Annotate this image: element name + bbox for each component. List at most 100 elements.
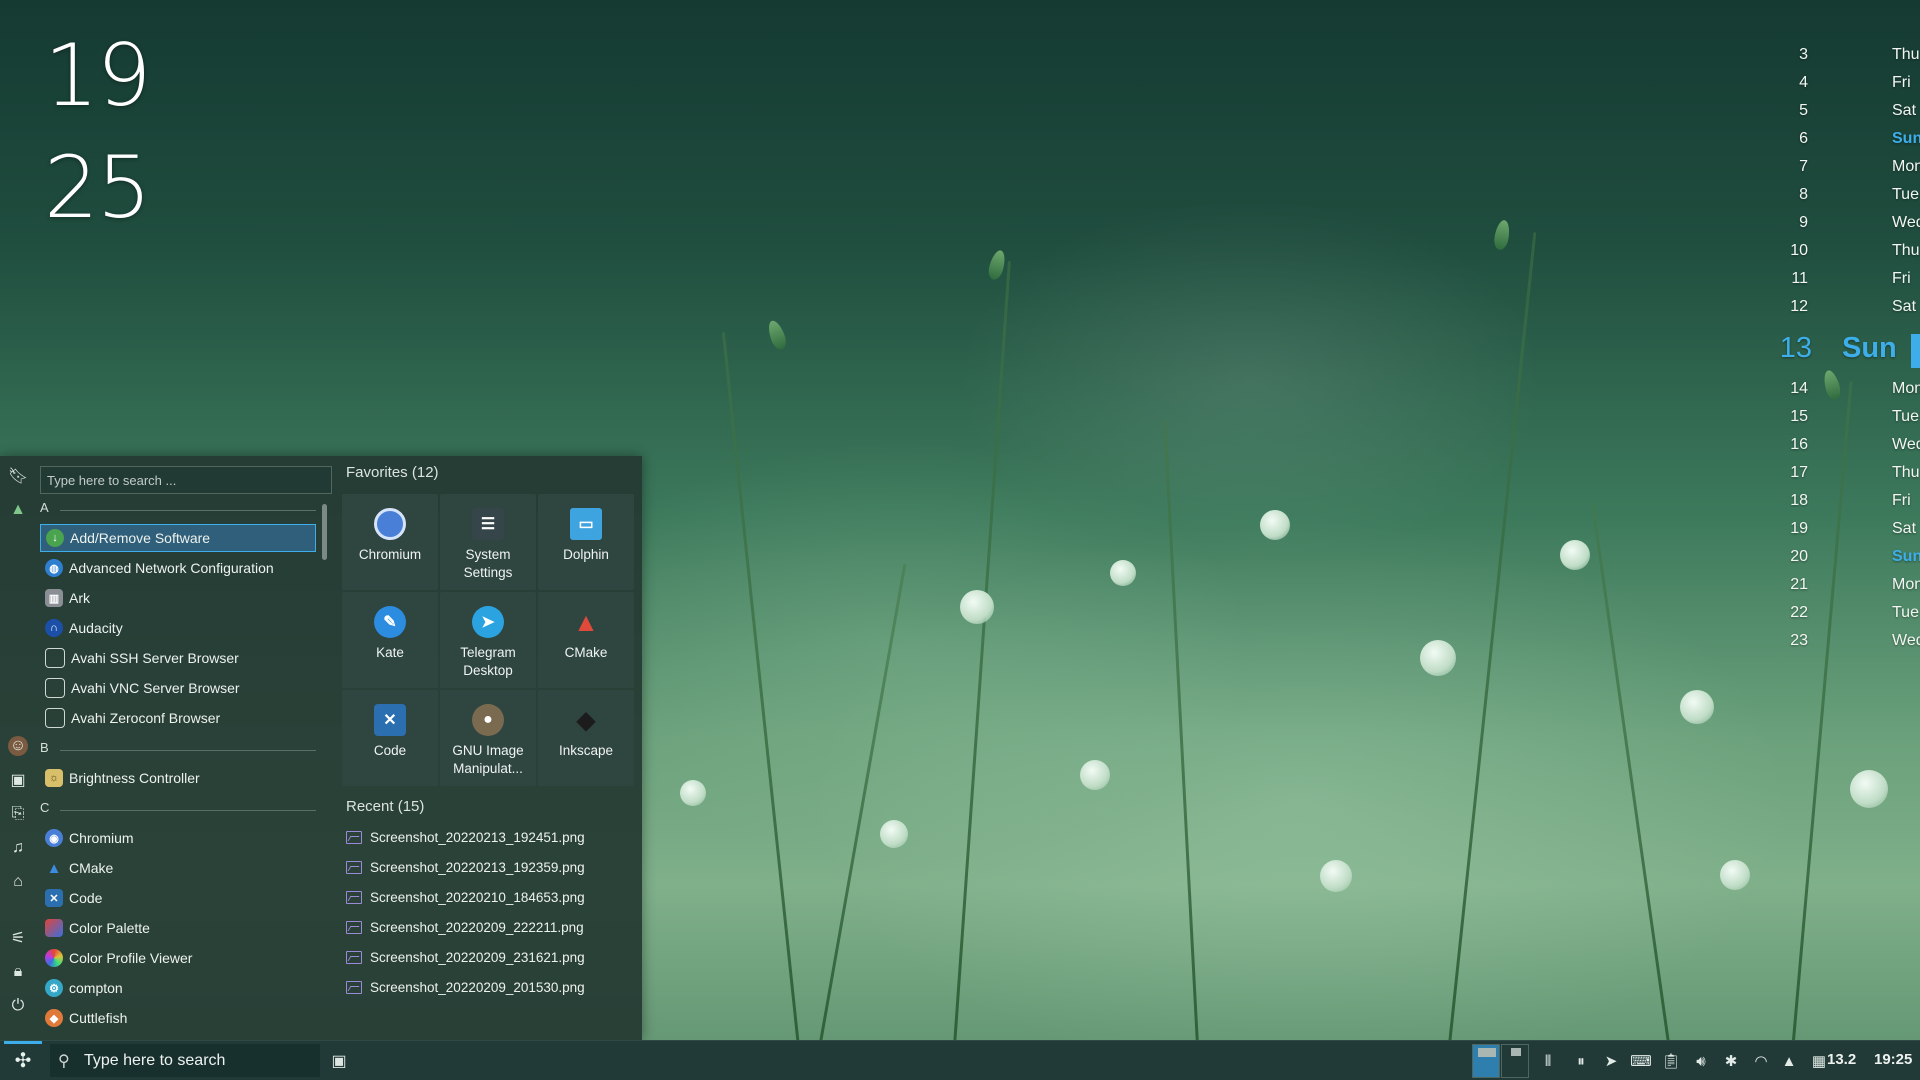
- favorite-system-settings[interactable]: ☰ System Settings: [440, 494, 536, 590]
- calendar-weekday: Wed: [1892, 436, 1920, 453]
- favorite-code[interactable]: ✕ Code: [342, 690, 438, 786]
- app-item-code[interactable]: ✕ Code: [40, 884, 316, 912]
- app-item-brightness-controller[interactable]: ☼ Brightness Controller: [40, 764, 316, 792]
- section-letter: C: [40, 800, 50, 815]
- music-icon[interactable]: ♫: [8, 838, 28, 858]
- desktop-2[interactable]: [1501, 1044, 1529, 1078]
- gimp-icon: ●: [472, 704, 504, 736]
- recent-file-name: Screenshot_20220213_192451.png: [370, 829, 585, 845]
- desktop-1[interactable]: [1472, 1044, 1500, 1078]
- recent-file-item[interactable]: Screenshot_20220213_192451.png: [346, 826, 626, 848]
- calendar-weekday: Mon: [1892, 380, 1920, 397]
- application-launcher-button[interactable]: ✣: [0, 1041, 46, 1080]
- app-item-color-profile-viewer[interactable]: Color Profile Viewer: [40, 944, 316, 972]
- bookmark-icon[interactable]: 🔖︎: [8, 466, 28, 486]
- clock-hours: 19: [44, 26, 151, 126]
- recent-file-item[interactable]: Screenshot_20220210_184653.png: [346, 886, 626, 908]
- app-label: Advanced Network Configuration: [69, 560, 274, 576]
- favorite-gimp[interactable]: ● GNU Image Manipulat...: [440, 690, 536, 786]
- app-label: Avahi Zeroconf Browser: [71, 710, 221, 726]
- app-item-compton[interactable]: ⚙ compton: [40, 974, 316, 1002]
- home-icon[interactable]: ⌂: [8, 872, 28, 892]
- launcher-search-input[interactable]: Type here to search ...: [40, 466, 332, 494]
- image-icon[interactable]: ▣: [8, 770, 28, 790]
- calendar-day-number: 9: [1799, 214, 1808, 231]
- app-label: CMake: [69, 860, 114, 876]
- window-thumbnail: [1511, 1048, 1521, 1056]
- settings-sliders-icon[interactable]: ⚟: [8, 928, 28, 948]
- app-item-cuttlefish[interactable]: ◆ Cuttlefish: [40, 1004, 316, 1032]
- app-item-ark[interactable]: ▥ Ark: [40, 584, 316, 612]
- calendar-day-row: 12 Sat: [1740, 298, 1920, 322]
- app-item-avahi-zeroconf[interactable]: Avahi Zeroconf Browser: [40, 704, 316, 732]
- app-item-avahi-ssh[interactable]: Avahi SSH Server Browser: [40, 644, 316, 672]
- grass-icon[interactable]: ▲: [8, 500, 28, 520]
- bluetooth-icon[interactable]: ✱: [1721, 1051, 1741, 1071]
- app-label: Avahi SSH Server Browser: [71, 650, 239, 666]
- image-file-icon: [346, 890, 362, 904]
- app-item-color-palette[interactable]: Color Palette: [40, 914, 316, 942]
- calendar-day-number: 15: [1790, 408, 1808, 425]
- app-item-cmake[interactable]: ▲ CMake: [40, 854, 316, 882]
- taskbar-search-label: Type here to search: [84, 1051, 226, 1069]
- app-item-add-remove-software[interactable]: ↓ Add/Remove Software: [40, 524, 316, 552]
- application-list: A ↓ Add/Remove Software ◍ Advanced Network…: [40, 500, 330, 1040]
- calendar-weekday: Sun: [1892, 130, 1920, 147]
- digital-clock[interactable]: 19:25: [1874, 1051, 1912, 1068]
- calendar-day-number: 3: [1799, 46, 1808, 63]
- calendar-day-row: 14 Mon: [1740, 380, 1920, 404]
- favorite-inkscape[interactable]: ◆ Inkscape: [538, 690, 634, 786]
- calendar-day-number: 11: [1791, 270, 1808, 287]
- pause-circle-icon[interactable]: ⏸: [1571, 1051, 1591, 1071]
- power-icon[interactable]: ⏻: [8, 996, 28, 1016]
- app-item-chromium[interactable]: ◉ Chromium: [40, 824, 316, 852]
- arrow-up-icon[interactable]: ▲: [1779, 1051, 1799, 1071]
- terminal-icon[interactable]: ⌨: [1630, 1051, 1652, 1071]
- section-letter: A: [40, 500, 49, 515]
- calendar-weekday: Thu: [1892, 46, 1920, 63]
- favorite-cmake[interactable]: ▲ CMake: [538, 592, 634, 688]
- favorite-kate[interactable]: ✎ Kate: [342, 592, 438, 688]
- document-icon[interactable]: ⎘: [8, 804, 28, 824]
- calendar-day-row: 3 Thu: [1740, 46, 1920, 70]
- monitor-icon: [45, 648, 65, 668]
- telegram-icon: ➤: [472, 606, 504, 638]
- favorite-telegram[interactable]: ➤ Telegram Desktop: [440, 592, 536, 688]
- user-avatar-icon[interactable]: ☺: [8, 736, 28, 756]
- recent-file-item[interactable]: Screenshot_20220209_222211.png: [346, 916, 626, 938]
- recent-file-item[interactable]: Screenshot_20220213_192359.png: [346, 856, 626, 878]
- image-file-icon: [346, 830, 362, 844]
- volume-icon[interactable]: 🔊︎: [1691, 1051, 1711, 1071]
- settings-icon: ☰: [472, 508, 504, 540]
- weather-temperature[interactable]: 13.2: [1827, 1051, 1856, 1068]
- calendar-weekday: Tue: [1892, 408, 1919, 425]
- window-overview-icon: ▣: [331, 1053, 347, 1070]
- recent-file-name: Screenshot_20220213_192359.png: [370, 859, 585, 875]
- favorite-dolphin[interactable]: ▭ Dolphin: [538, 494, 634, 590]
- show-desktop-grid-button[interactable]: ▣: [328, 1050, 350, 1072]
- app-list-scrollbar[interactable]: [322, 504, 327, 560]
- favorite-chromium[interactable]: Chromium: [342, 494, 438, 590]
- recent-file-name: Screenshot_20220209_201530.png: [370, 979, 585, 995]
- calendar-day-number: 4: [1799, 74, 1808, 91]
- tile-label: GNU Image Manipulat...: [452, 743, 524, 776]
- code-icon: ✕: [45, 889, 63, 907]
- clipboard-icon[interactable]: 📋︎: [1661, 1051, 1681, 1071]
- app-item-audacity[interactable]: ∩ Audacity: [40, 614, 316, 642]
- telegram-icon[interactable]: ➤: [1601, 1051, 1621, 1071]
- section-letter: B: [40, 740, 49, 755]
- app-item-advanced-network-configuration[interactable]: ◍ Advanced Network Configuration: [40, 554, 316, 582]
- calendar-icon[interactable]: ▦: [1809, 1051, 1829, 1071]
- calendar-today-row: 13 Sun: [1740, 332, 1920, 372]
- calendar-day-number: 12: [1790, 298, 1808, 315]
- lock-icon[interactable]: 🔒︎: [8, 962, 28, 982]
- calendar-weekday: Fri: [1892, 492, 1911, 509]
- app-item-avahi-vnc[interactable]: Avahi VNC Server Browser: [40, 674, 316, 702]
- taskbar-search-field[interactable]: ⚲ Type here to search: [50, 1044, 320, 1077]
- recent-file-item[interactable]: Screenshot_20220209_201530.png: [346, 976, 626, 998]
- recent-file-item[interactable]: Screenshot_20220209_231621.png: [346, 946, 626, 968]
- calendar-day-number: 5: [1799, 102, 1808, 119]
- wifi-icon[interactable]: ◠: [1751, 1051, 1771, 1071]
- tile-label: Chromium: [358, 547, 422, 562]
- column-bars-icon[interactable]: ⦀: [1538, 1051, 1558, 1071]
